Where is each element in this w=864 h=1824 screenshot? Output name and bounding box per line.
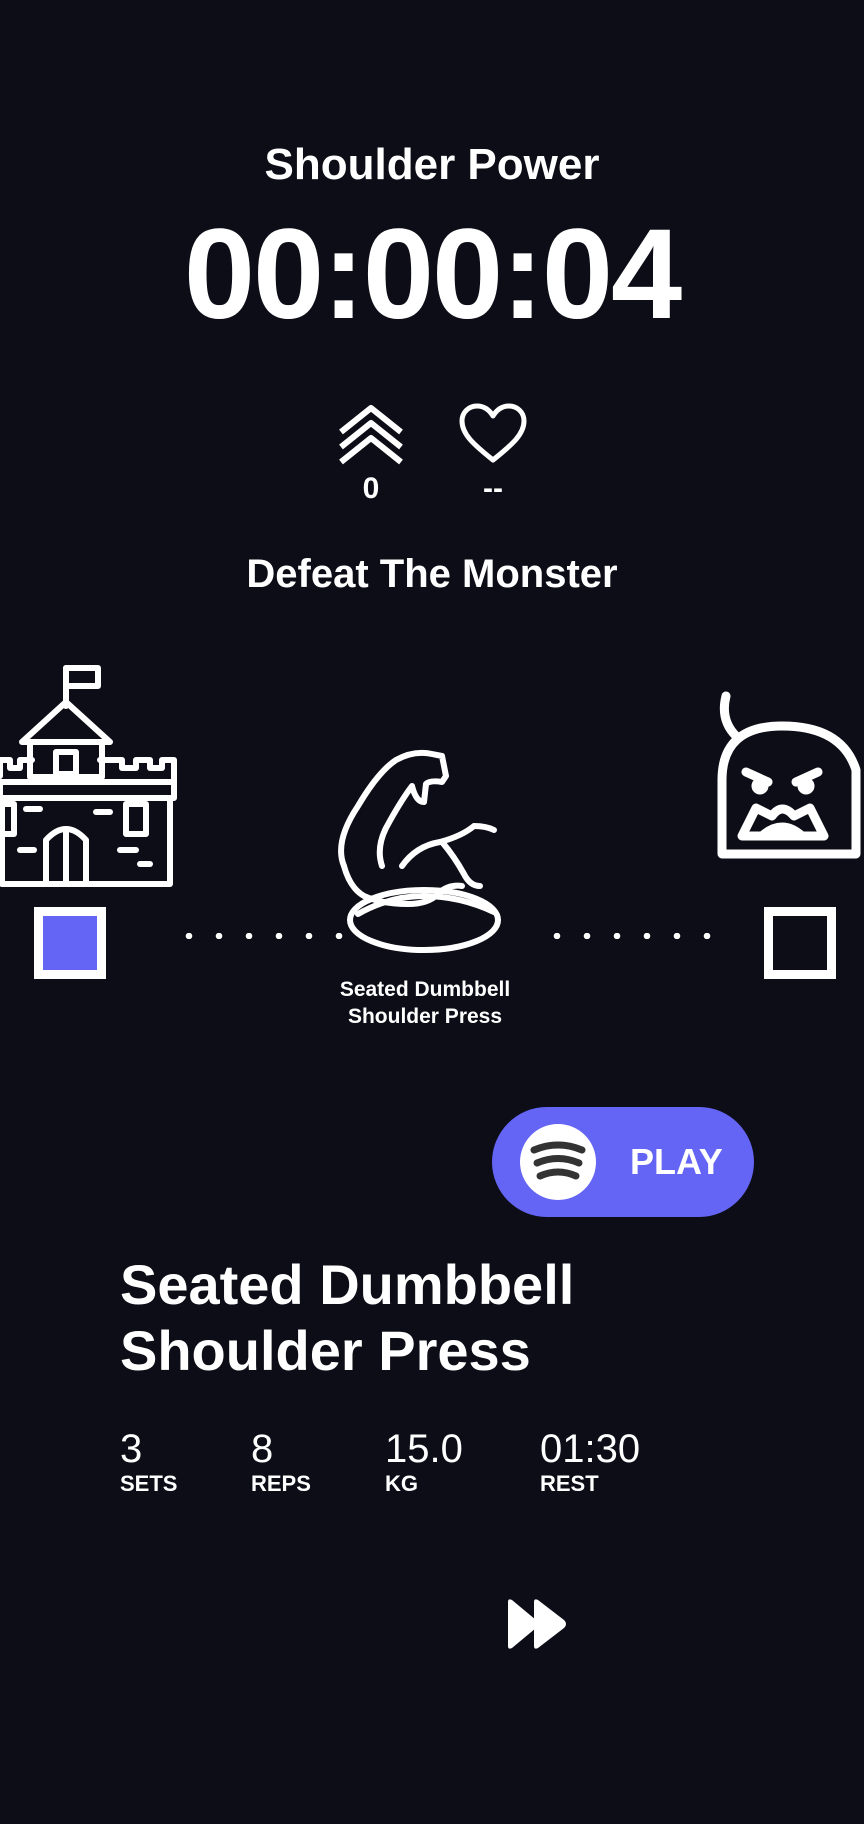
metric-label: SETS bbox=[120, 1471, 178, 1496]
challenge-title: Defeat The Monster bbox=[246, 552, 618, 596]
metric-value: 3 bbox=[120, 1427, 143, 1471]
spotify-play-button[interactable]: PLAY bbox=[492, 1107, 754, 1217]
metric-weight: 15.0 KG bbox=[385, 1427, 463, 1497]
metric-label: KG bbox=[385, 1471, 418, 1496]
monster-marker bbox=[764, 907, 836, 979]
castle-icon bbox=[0, 664, 180, 894]
path-dots-right bbox=[542, 933, 722, 939]
level-value: 0 bbox=[362, 472, 380, 505]
metric-rest: 01:30 REST bbox=[540, 1427, 640, 1497]
spotify-icon bbox=[520, 1124, 596, 1200]
workout-title: Shoulder Power bbox=[264, 140, 600, 189]
exercise-name: Seated Dumbbell Shoulder Press bbox=[120, 1253, 575, 1382]
metric-label: REST bbox=[540, 1471, 599, 1496]
metric-value: 15.0 bbox=[385, 1427, 463, 1471]
current-exercise-caption: Seated Dumbbell Shoulder Press bbox=[339, 978, 511, 1028]
metric-label: REPS bbox=[251, 1471, 311, 1496]
monster-icon bbox=[716, 690, 864, 865]
path-dots-left bbox=[174, 933, 354, 939]
play-label: PLAY bbox=[630, 1141, 723, 1182]
metric-value: 01:30 bbox=[540, 1427, 641, 1471]
heart-rate-stat: -- bbox=[448, 392, 538, 506]
metric-value: 8 bbox=[251, 1427, 274, 1471]
chevrons-up-icon bbox=[326, 392, 416, 466]
start-marker bbox=[34, 907, 106, 979]
skip-button[interactable] bbox=[504, 1596, 574, 1652]
elapsed-timer: 00:00:04 bbox=[183, 203, 682, 346]
flexed-arm-icon bbox=[330, 746, 520, 961]
heart-rate-value: -- bbox=[483, 472, 503, 505]
heart-icon bbox=[448, 392, 538, 466]
level-stat: 0 bbox=[326, 392, 416, 506]
fast-forward-icon bbox=[508, 1599, 566, 1649]
metric-sets: 3 SETS bbox=[120, 1427, 177, 1497]
metric-reps: 8 REPS bbox=[251, 1427, 311, 1497]
